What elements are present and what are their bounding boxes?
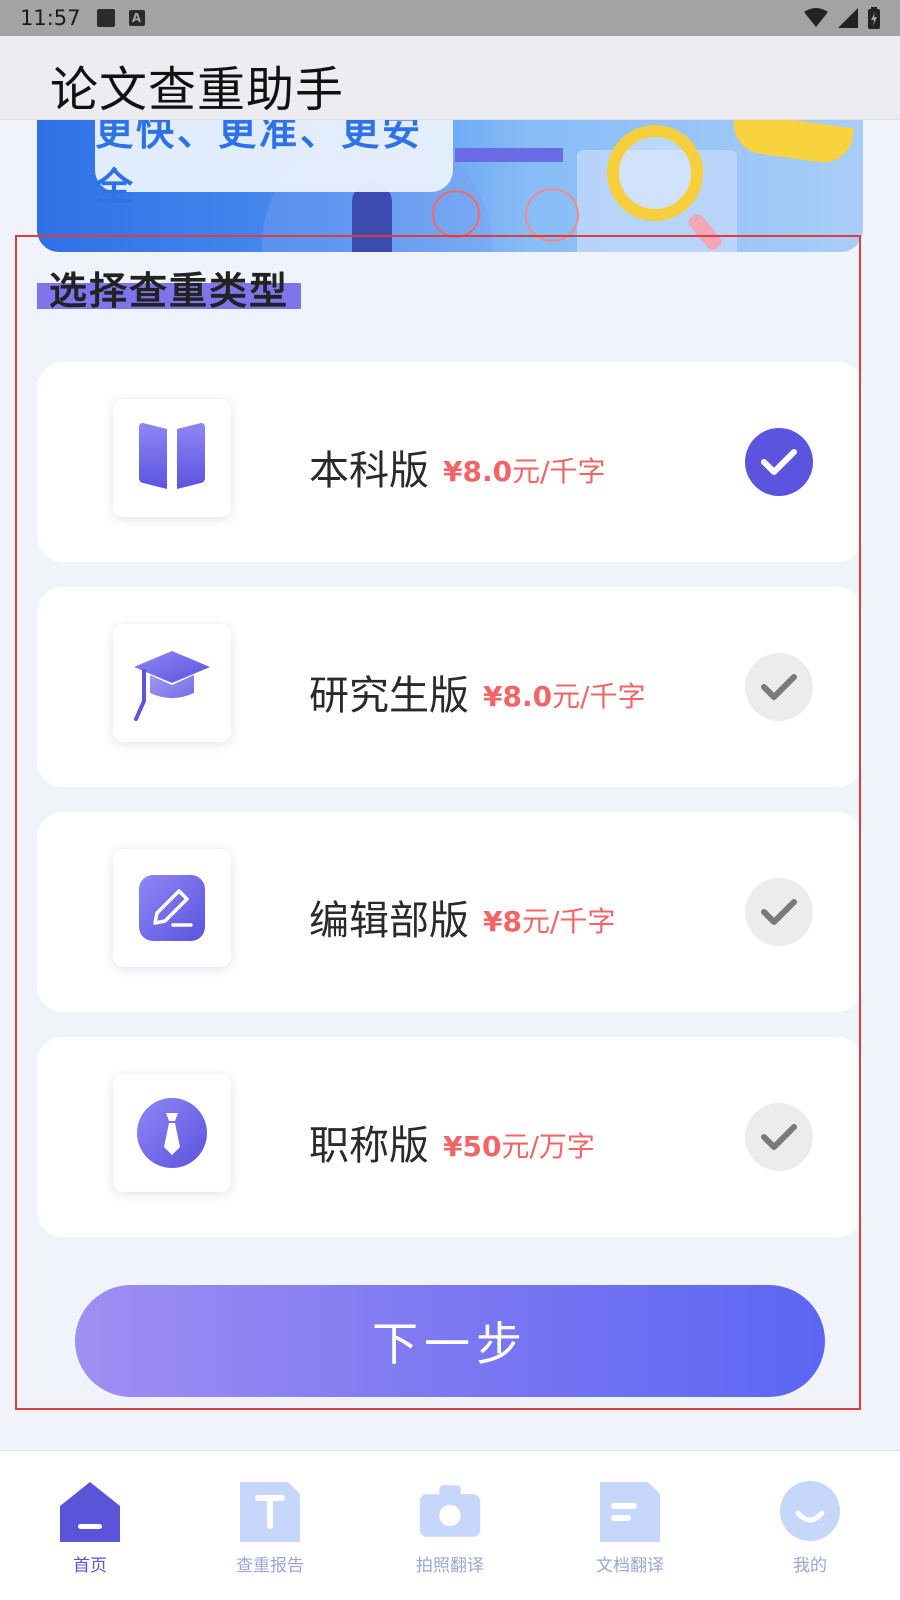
wifi-icon: [804, 8, 828, 27]
font-notification-icon: A: [128, 10, 145, 26]
nav-label: 我的: [793, 1556, 827, 1576]
document-icon: [598, 1479, 662, 1543]
banner-slogan: 更快、更准、更安全: [95, 120, 453, 209]
battery-icon: [868, 7, 880, 29]
camera-icon: [418, 1479, 482, 1543]
status-bar: 11:57 A: [0, 0, 900, 36]
nav-label: 查重报告: [236, 1556, 304, 1576]
nav-label: 文档翻译: [596, 1556, 664, 1576]
app-header: 论文查重助手: [0, 36, 900, 120]
magnifier-illustration-icon: [607, 125, 703, 221]
promo-banner[interactable]: 更快、更准、更安全: [37, 120, 863, 252]
banner-strip-decor: [455, 148, 563, 162]
nav-item-profile[interactable]: 我的: [735, 1451, 885, 1600]
nav-label: 首页: [73, 1556, 107, 1576]
selection-highlight-frame: [15, 235, 861, 1410]
home-icon: [58, 1479, 122, 1543]
bottom-navigation: 首页 查重报告 拍照翻译 文档翻译 我的: [0, 1450, 900, 1600]
nav-label: 拍照翻译: [416, 1556, 484, 1576]
status-time: 11:57: [20, 6, 81, 30]
profile-icon: [778, 1479, 842, 1543]
page-title: 论文查重助手: [50, 62, 345, 118]
nav-item-document-translate[interactable]: 文档翻译: [555, 1451, 705, 1600]
image-notification-icon: [96, 9, 115, 27]
signal-icon: [838, 8, 858, 28]
banner-figure-decor: [729, 120, 855, 167]
nav-item-photo-translate[interactable]: 拍照翻译: [375, 1451, 525, 1600]
banner-ring-decor: [525, 188, 579, 242]
nav-item-report[interactable]: 查重报告: [195, 1451, 345, 1600]
report-icon: [238, 1479, 302, 1543]
nav-item-home[interactable]: 首页: [15, 1451, 165, 1600]
